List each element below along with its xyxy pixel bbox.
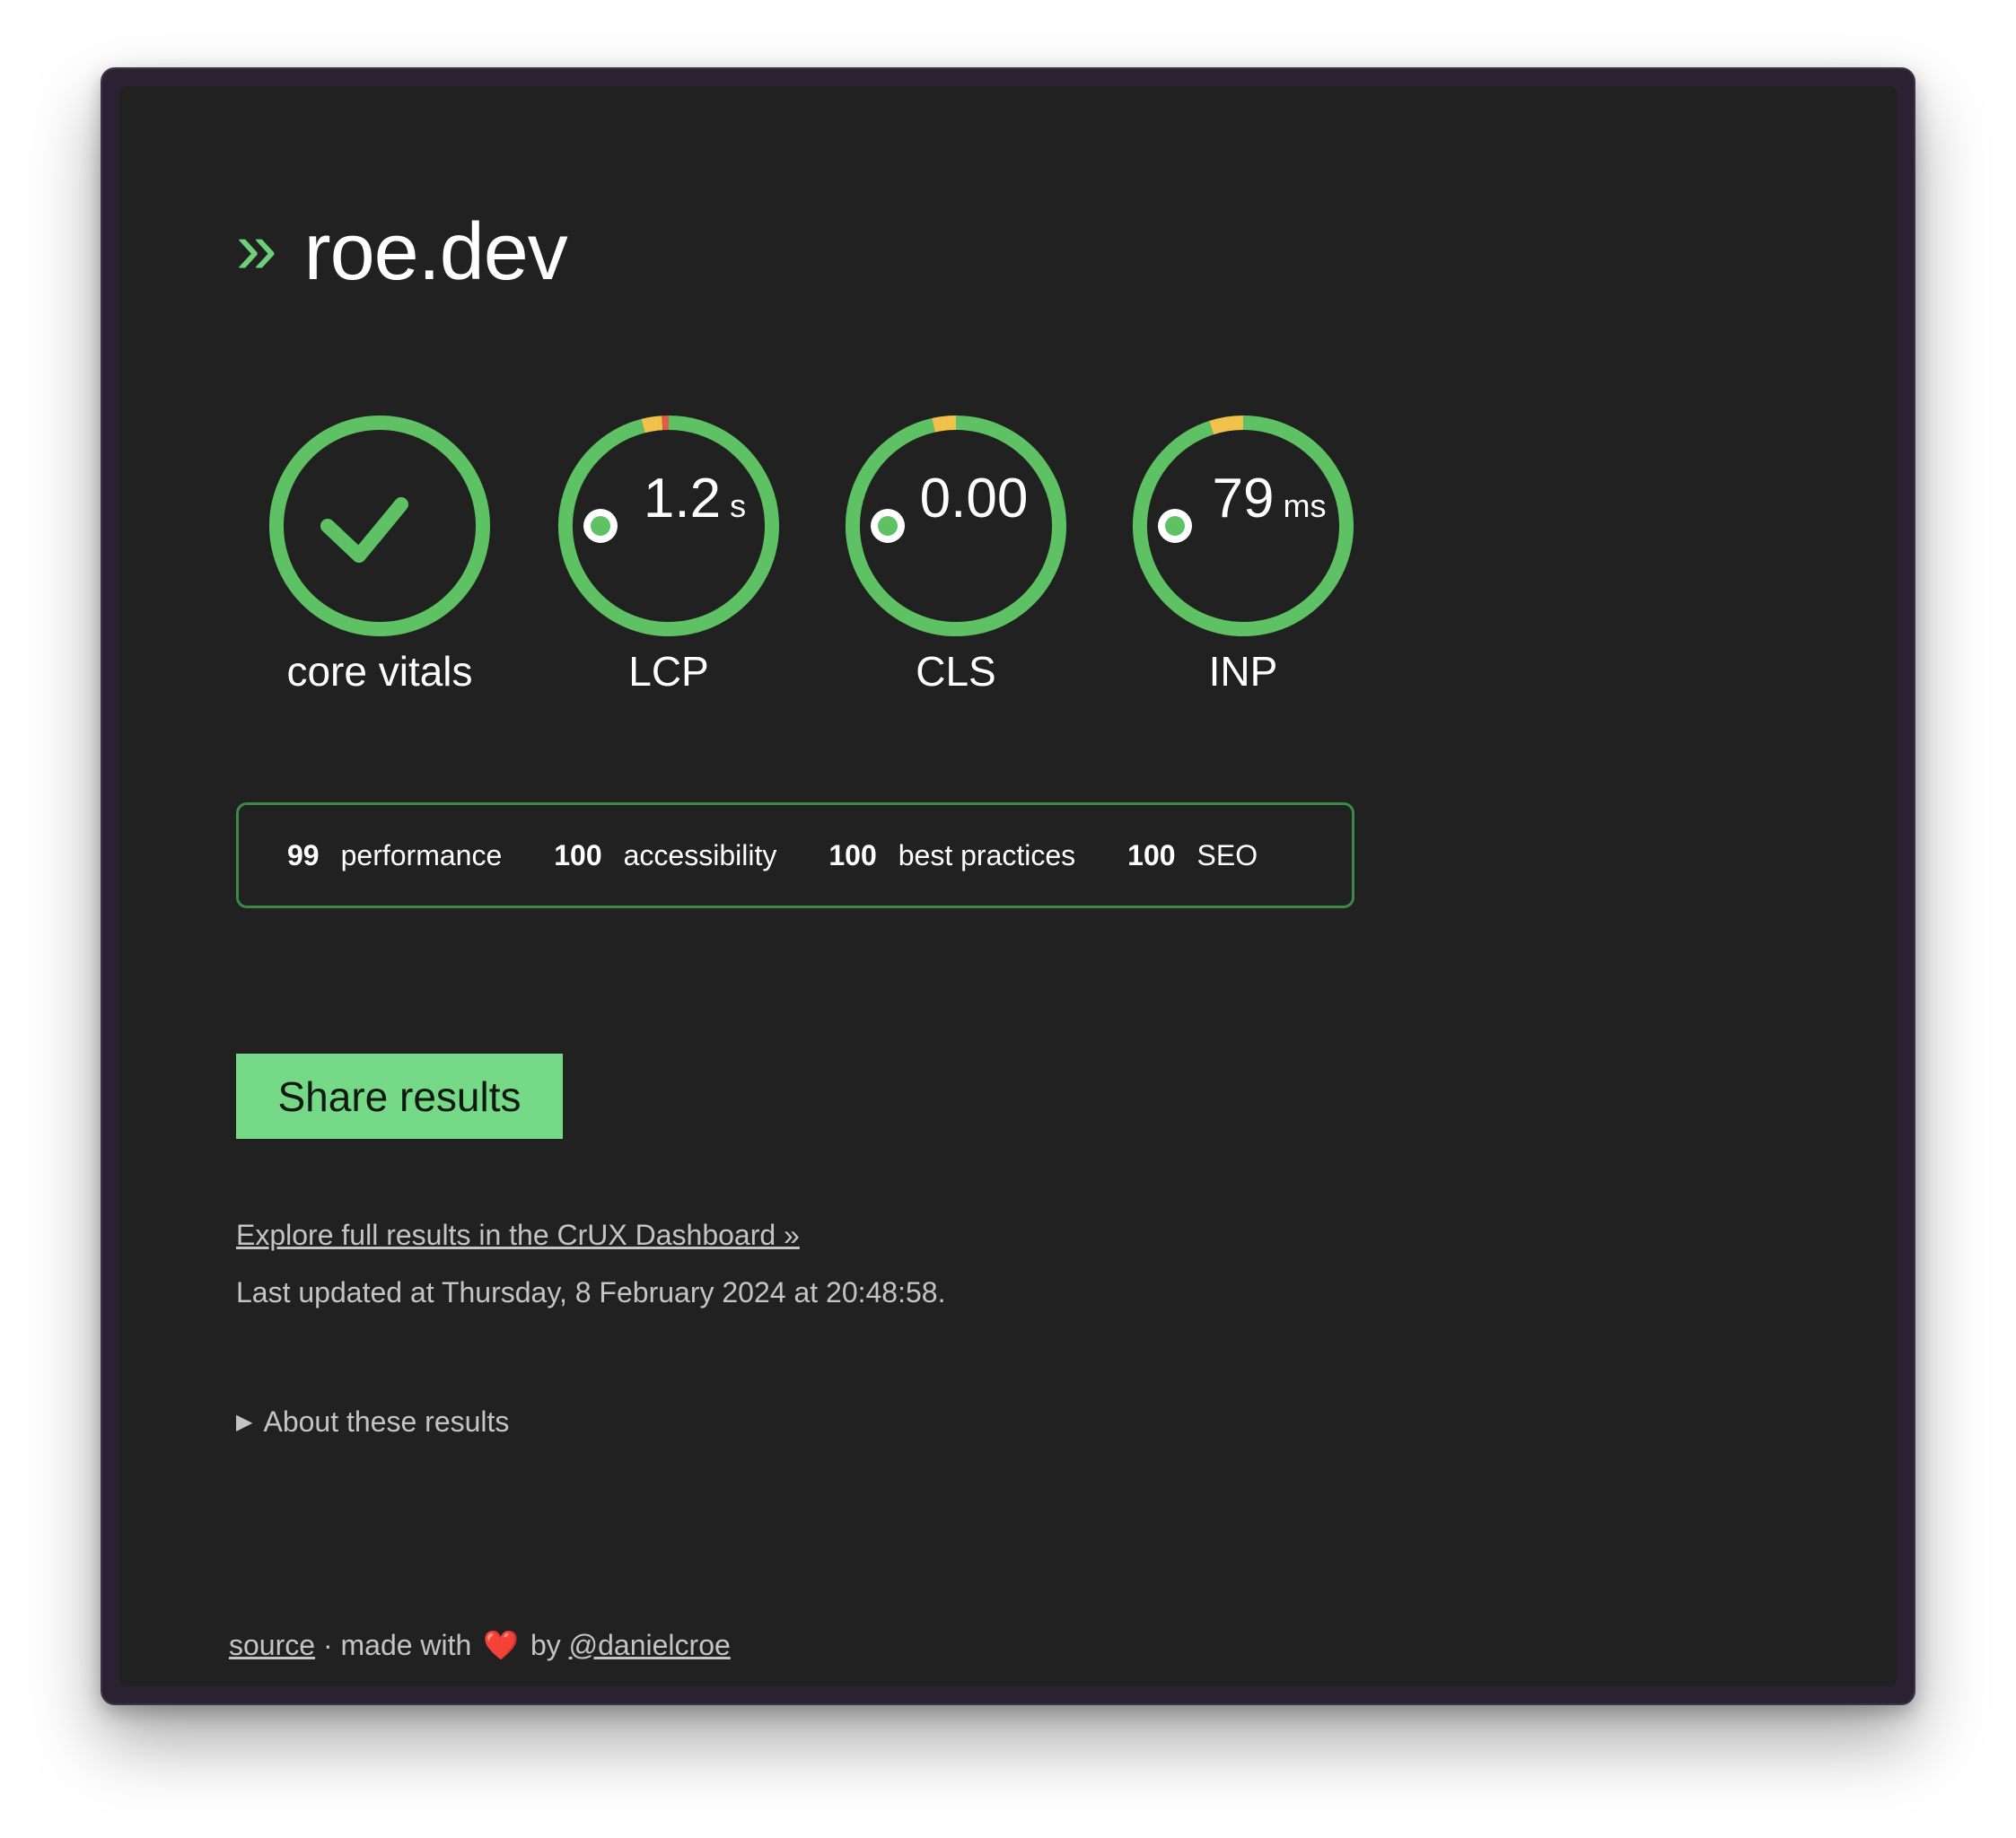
gauge-value: 79 ms (1100, 459, 1387, 539)
source-link[interactable]: source (229, 1629, 315, 1662)
score-label: accessibility (623, 838, 777, 871)
gauge-lcp[interactable]: 1.2 s LCP (525, 382, 812, 705)
crux-dashboard-link[interactable]: Explore full results in the CrUX Dashboa… (236, 1219, 800, 1252)
score-value: 100 (554, 838, 602, 871)
score-value: 100 (1127, 838, 1176, 871)
page-title: » roe.dev (236, 203, 568, 302)
gauge-cls[interactable]: 0.00 CLS (812, 382, 1100, 705)
score-label: performance (340, 838, 503, 871)
chevron-icon: » (236, 207, 277, 289)
footer-by: by (522, 1628, 569, 1661)
gauge-inp[interactable]: 79 ms INP (1100, 382, 1387, 705)
ring-needs-improvement (1208, 416, 1244, 435)
site-name: roe.dev (303, 207, 568, 297)
lcp-value: 1.2 (643, 468, 722, 530)
ring-needs-improvement (641, 416, 663, 433)
gauge-label: LCP (628, 648, 709, 695)
gauge-value: 0.00 (812, 459, 1100, 539)
inp-value: 79 (1212, 468, 1275, 530)
cls-value: 0.00 (919, 468, 1029, 530)
page-content: » roe.dev core vitals 1.2 s LCP 0.00 CLS… (119, 86, 1897, 1686)
lcp-unit: s (730, 487, 747, 524)
score-performance: 99 performance (287, 839, 502, 872)
gauge-label: INP (1208, 648, 1278, 695)
last-updated-text: Last updated at Thursday, 8 February 202… (236, 1276, 946, 1308)
gauge-label: core vitals (286, 648, 473, 695)
footer-made-with: · made with (315, 1628, 480, 1661)
score-label: SEO (1196, 838, 1258, 871)
heart-icon: ❤️ (483, 1629, 520, 1661)
ring-needs-improvement (932, 416, 957, 433)
gauge-value: 1.2 s (525, 459, 812, 539)
lighthouse-scores: 99 performance 100 accessibility 100 bes… (236, 802, 1354, 908)
check-icon (320, 497, 408, 563)
about-results-label: About these results (263, 1405, 510, 1438)
gauge-label: CLS (916, 648, 996, 695)
score-best-practices: 100 best practices (828, 839, 1075, 872)
score-label: best practices (898, 838, 1076, 871)
score-value: 100 (828, 838, 877, 871)
author-link[interactable]: @danielcroe (569, 1629, 731, 1662)
score-accessibility: 100 accessibility (554, 839, 776, 872)
gauge-ring (269, 416, 490, 636)
inp-unit: ms (1283, 487, 1327, 524)
share-results-button[interactable]: Share results (236, 1054, 563, 1139)
vitals-gauges: core vitals 1.2 s LCP 0.00 CLS 79 ms INP (236, 382, 1358, 741)
disclosure-triangle-icon: ▶ (236, 1410, 253, 1434)
app-window: » roe.dev core vitals 1.2 s LCP 0.00 CLS… (101, 67, 1915, 1705)
footer: source · made with ❤️ by @danielcroe (229, 1628, 731, 1662)
gauge-core-vitals: core vitals (236, 382, 523, 705)
about-results-toggle[interactable]: ▶ About these results (236, 1405, 509, 1439)
score-value: 99 (287, 838, 320, 871)
score-seo: 100 SEO (1127, 839, 1258, 872)
